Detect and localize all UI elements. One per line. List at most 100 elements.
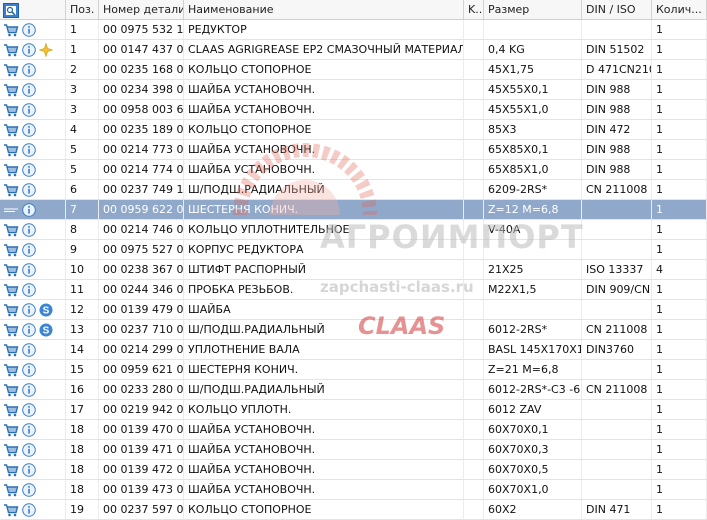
info-icon[interactable] bbox=[22, 303, 36, 317]
info-icon[interactable] bbox=[22, 63, 36, 77]
table-row[interactable]: 7 00 0959 622 0 ШЕСТЕРНЯ КОНИЧ. Z=12 M=6,8 1 bbox=[0, 200, 707, 220]
info-icon[interactable] bbox=[22, 483, 36, 497]
table-row[interactable]: 8 00 0214 746 0 КОЛЬЦО УПЛОТНИТЕЛЬНОЕ V-40A… bbox=[0, 220, 707, 240]
table-row[interactable]: 6 00 0237 749 1 Ш/ПОДШ.РАДИАЛЬНЫЙ 6209-2RS*… bbox=[0, 180, 707, 200]
table-row[interactable]: 16 00 0233 280 0 Ш/ПОДШ.РАДИАЛЬНЫЙ 6012-2RS… bbox=[0, 380, 707, 400]
info-icon[interactable] bbox=[22, 163, 36, 177]
cart-icon[interactable] bbox=[3, 503, 19, 517]
cart-icon[interactable] bbox=[3, 303, 19, 317]
cell-din-iso: CN 211008 bbox=[582, 320, 652, 339]
cart-icon[interactable] bbox=[3, 223, 19, 237]
info-icon[interactable] bbox=[22, 183, 36, 197]
info-icon[interactable] bbox=[22, 323, 36, 337]
table-view-icon[interactable] bbox=[3, 2, 19, 18]
info-icon[interactable] bbox=[22, 443, 36, 457]
info-icon[interactable] bbox=[22, 423, 36, 437]
info-icon[interactable] bbox=[22, 143, 36, 157]
cell-part-number: 00 0219 942 0 bbox=[99, 400, 184, 419]
table-row[interactable]: 18 00 0139 472 0 ШАЙБА УСТАНОВОЧН. 60X70X0,… bbox=[0, 460, 707, 480]
column-header-din-iso[interactable]: DIN / ISO bbox=[582, 0, 652, 19]
info-icon[interactable] bbox=[22, 263, 36, 277]
table-row[interactable]: 18 00 0139 471 0 ШАЙБА УСТАНОВОЧН. 60X70X0,… bbox=[0, 440, 707, 460]
cell-position: 4 bbox=[66, 120, 99, 139]
row-icons bbox=[0, 20, 66, 39]
cart-icon[interactable] bbox=[3, 163, 19, 177]
table-row[interactable]: 19 00 0237 597 0 КОЛЬЦО СТОПОРНОЕ 60X2 DIN 4… bbox=[0, 500, 707, 520]
table-row[interactable]: 2 00 0235 168 0 КОЛЬЦО СТОПОРНОЕ 45X1,75 D 4… bbox=[0, 60, 707, 80]
cart-icon[interactable] bbox=[3, 323, 19, 337]
info-icon[interactable] bbox=[22, 343, 36, 357]
table-row[interactable]: S 12 00 0139 479 0 ШАЙБА 1 bbox=[0, 300, 707, 320]
s-icon[interactable]: S bbox=[39, 323, 53, 337]
info-icon[interactable] bbox=[22, 403, 36, 417]
text-icon[interactable] bbox=[3, 203, 19, 217]
table-row[interactable]: 3 00 0958 003 6 ШАЙБА УСТАНОВОЧН. 45X55X1,0… bbox=[0, 100, 707, 120]
table-row[interactable]: 9 00 0975 527 0 КОРПУС РЕДУКТОРА 1 bbox=[0, 240, 707, 260]
info-icon[interactable] bbox=[22, 123, 36, 137]
info-icon[interactable] bbox=[22, 103, 36, 117]
cart-icon[interactable] bbox=[3, 83, 19, 97]
table-row[interactable]: 1 00 0975 532 1 РЕДУКТОР 1 bbox=[0, 20, 707, 40]
column-header-size[interactable]: Размер bbox=[484, 0, 582, 19]
table-row[interactable]: S 13 00 0237 710 0 Ш/ПОДШ.РАДИАЛЬНЫЙ 6012-2R… bbox=[0, 320, 707, 340]
row-icons bbox=[0, 240, 66, 259]
info-icon[interactable] bbox=[22, 23, 36, 37]
cell-size: Z=21 M=6,8 bbox=[484, 360, 582, 379]
column-header-name[interactable]: Наименование bbox=[184, 0, 464, 19]
table-row[interactable]: 15 00 0959 621 0 ШЕСТЕРНЯ КОНИЧ. Z=21 M=6,8… bbox=[0, 360, 707, 380]
cart-icon[interactable] bbox=[3, 463, 19, 477]
cart-icon[interactable] bbox=[3, 143, 19, 157]
cell-quantity: 1 bbox=[652, 180, 707, 199]
info-icon[interactable] bbox=[22, 83, 36, 97]
table-row[interactable]: 4 00 0235 189 0 КОЛЬЦО СТОПОРНОЕ 85X3 DIN 47… bbox=[0, 120, 707, 140]
table-row[interactable]: 3 00 0234 398 0 ШАЙБА УСТАНОВОЧН. 45X55X0,1… bbox=[0, 80, 707, 100]
cell-k bbox=[464, 120, 484, 139]
column-header-quantity[interactable]: Колич... bbox=[652, 0, 707, 19]
table-row[interactable]: 10 00 0238 367 0 ШТИФТ РАСПОРНЫЙ 21X25 ISO 1… bbox=[0, 260, 707, 280]
table-row[interactable]: 11 00 0244 346 0 ПРОБКА РЕЗЬБОВ. M22X1,5 DIN… bbox=[0, 280, 707, 300]
cart-icon[interactable] bbox=[3, 43, 19, 57]
info-icon[interactable] bbox=[22, 243, 36, 257]
cart-icon[interactable] bbox=[3, 23, 19, 37]
cell-quantity: 1 bbox=[652, 80, 707, 99]
table-row[interactable]: 14 00 0214 299 0 УПЛОТНЕНИЕ ВАЛА BASL 145X1… bbox=[0, 340, 707, 360]
cart-icon[interactable] bbox=[3, 103, 19, 117]
cart-icon[interactable] bbox=[3, 263, 19, 277]
table-row[interactable]: 5 00 0214 774 0 ШАЙБА УСТАНОВОЧН. 65X85X1,0… bbox=[0, 160, 707, 180]
cart-icon[interactable] bbox=[3, 343, 19, 357]
cart-icon[interactable] bbox=[3, 363, 19, 377]
cart-icon[interactable] bbox=[3, 183, 19, 197]
s-icon[interactable]: S bbox=[39, 303, 53, 317]
table-row[interactable]: 18 00 0139 473 0 ШАЙБА УСТАНОВОЧН. 60X70X1,… bbox=[0, 480, 707, 500]
table-row[interactable]: 5 00 0214 773 0 ШАЙБА УСТАНОВОЧН. 65X85X0,1… bbox=[0, 140, 707, 160]
info-icon[interactable] bbox=[22, 283, 36, 297]
cart-icon[interactable] bbox=[3, 483, 19, 497]
info-icon[interactable] bbox=[22, 223, 36, 237]
cart-icon[interactable] bbox=[3, 283, 19, 297]
column-header-part-number[interactable]: Номер детали bbox=[99, 0, 184, 19]
cart-icon[interactable] bbox=[3, 423, 19, 437]
info-icon[interactable] bbox=[22, 463, 36, 477]
column-header-pos[interactable]: Поз. bbox=[66, 0, 99, 19]
cell-size bbox=[484, 240, 582, 259]
cell-name: КОЛЬЦО УПЛОТН. bbox=[184, 400, 464, 419]
table-row[interactable]: 1 00 0147 437 0 CLAAS AGRIGREASE EP2 СМАЗО… bbox=[0, 40, 707, 60]
cart-icon[interactable] bbox=[3, 443, 19, 457]
cart-icon[interactable] bbox=[3, 243, 19, 257]
cell-name: КОЛЬЦО СТОПОРНОЕ bbox=[184, 60, 464, 79]
info-icon[interactable] bbox=[22, 503, 36, 517]
cell-din-iso bbox=[582, 440, 652, 459]
info-icon[interactable] bbox=[22, 43, 36, 57]
header-icon-cell[interactable] bbox=[0, 0, 66, 19]
column-header-k[interactable]: K.. bbox=[464, 0, 484, 19]
table-row[interactable]: 17 00 0219 942 0 КОЛЬЦО УПЛОТН. 6012 ZAV 1 bbox=[0, 400, 707, 420]
cell-position: 18 bbox=[66, 460, 99, 479]
info-icon[interactable] bbox=[22, 383, 36, 397]
cart-icon[interactable] bbox=[3, 403, 19, 417]
info-icon[interactable] bbox=[22, 203, 36, 217]
table-row[interactable]: 18 00 0139 470 0 ШАЙБА УСТАНОВОЧН. 60X70X0,… bbox=[0, 420, 707, 440]
cart-icon[interactable] bbox=[3, 63, 19, 77]
cart-icon[interactable] bbox=[3, 123, 19, 137]
cart-icon[interactable] bbox=[3, 383, 19, 397]
info-icon[interactable] bbox=[22, 363, 36, 377]
